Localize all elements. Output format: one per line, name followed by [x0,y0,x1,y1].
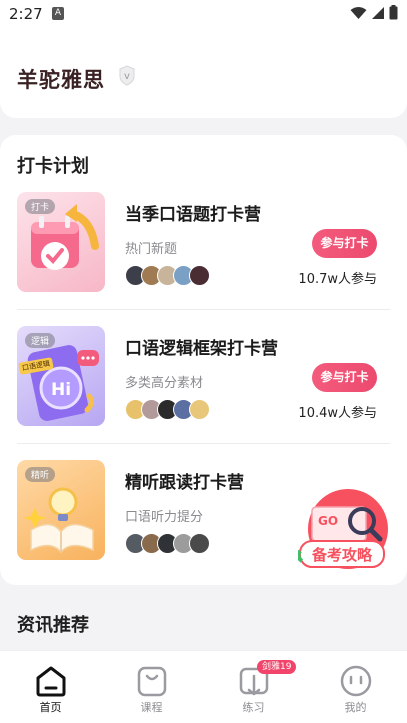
camp-title: 口语逻辑框架打卡营 [125,339,278,359]
home-icon [36,666,66,697]
bottom-tab-bar: 首页 课程 剑雅19 练习 我的 [0,650,407,723]
camp-title: 当季口语题打卡营 [125,205,261,225]
svg-text:Hi: Hi [51,380,71,400]
status-bar: 2:27 A [0,0,407,28]
join-checkin-button[interactable]: 参与打卡 [312,229,377,258]
camp-thumbnail: 打卡 [17,192,105,292]
divider [17,309,390,310]
participant-avatars [125,399,210,420]
vip-badge-icon[interactable]: v [116,64,138,86]
camp-card-speaking-logic[interactable]: Hi 逻辑 口语逻辑 口语逻辑框架打卡营 多类高分素材 参与打卡 10.4w人参… [17,326,390,430]
tab-home[interactable]: 首页 [0,651,101,723]
wifi-icon [350,6,367,19]
svg-text:GO: GO [318,514,338,528]
tab-course[interactable]: 课程 [101,651,202,723]
tab-label: 我的 [344,701,367,714]
camp-subtitle: 多类高分素材 [125,376,204,391]
camp-title: 精听跟读打卡营 [125,473,244,493]
join-checkin-button[interactable]: 参与打卡 [312,363,377,392]
camp-subtitle: 热门新题 [125,242,178,257]
participant-avatars [125,533,210,554]
divider [17,443,390,444]
participant-avatars [125,265,210,286]
participant-count: 10.4w人参与 [298,406,377,421]
header: 羊驼雅思 v [0,28,407,118]
camp-tag: 精听 [25,467,56,482]
signal-icon [372,6,384,19]
news-section: 资讯推荐 [0,596,407,656]
participant-count: 10.7w人参与 [298,272,377,287]
exam-guide-badge: GO 备考攻略 [296,489,388,569]
section-title-news: 资讯推荐 [17,615,89,636]
course-bag-icon [137,666,167,697]
avatar [189,533,210,554]
avatar [189,265,210,286]
home-indicator [0,719,407,723]
avatar [189,399,210,420]
exam-guide-promo[interactable]: GO 备考攻略 [296,487,390,577]
camp-tag: 逻辑 [25,333,56,348]
notification-icon: A [52,7,64,20]
profile-face-icon [340,665,372,697]
status-icons [350,5,398,20]
battery-icon [389,5,398,20]
tab-label: 练习 [242,701,265,714]
tab-label: 首页 [39,701,62,714]
svg-text:v: v [124,71,130,82]
brand-title: 羊驼雅思 [17,68,105,92]
section-title-plan: 打卡计划 [17,156,89,177]
status-time: 2:27 [9,5,43,23]
camp-card-speaking-questions[interactable]: 打卡 当季口语题打卡营 热门新题 参与打卡 10.7w人参与 [17,192,390,296]
svg-text:备考攻略: 备考攻略 [311,546,373,564]
camp-subtitle: 口语听力提分 [125,510,204,525]
practice-badge: 剑雅19 [257,660,297,674]
tab-practice[interactable]: 剑雅19 练习 [203,651,304,723]
tab-profile[interactable]: 我的 [305,651,406,723]
tab-label: 课程 [140,701,163,714]
camp-thumbnail: 精听 [17,460,105,560]
camp-thumbnail: Hi 逻辑 口语逻辑 [17,326,105,426]
camp-tag: 打卡 [25,199,56,214]
